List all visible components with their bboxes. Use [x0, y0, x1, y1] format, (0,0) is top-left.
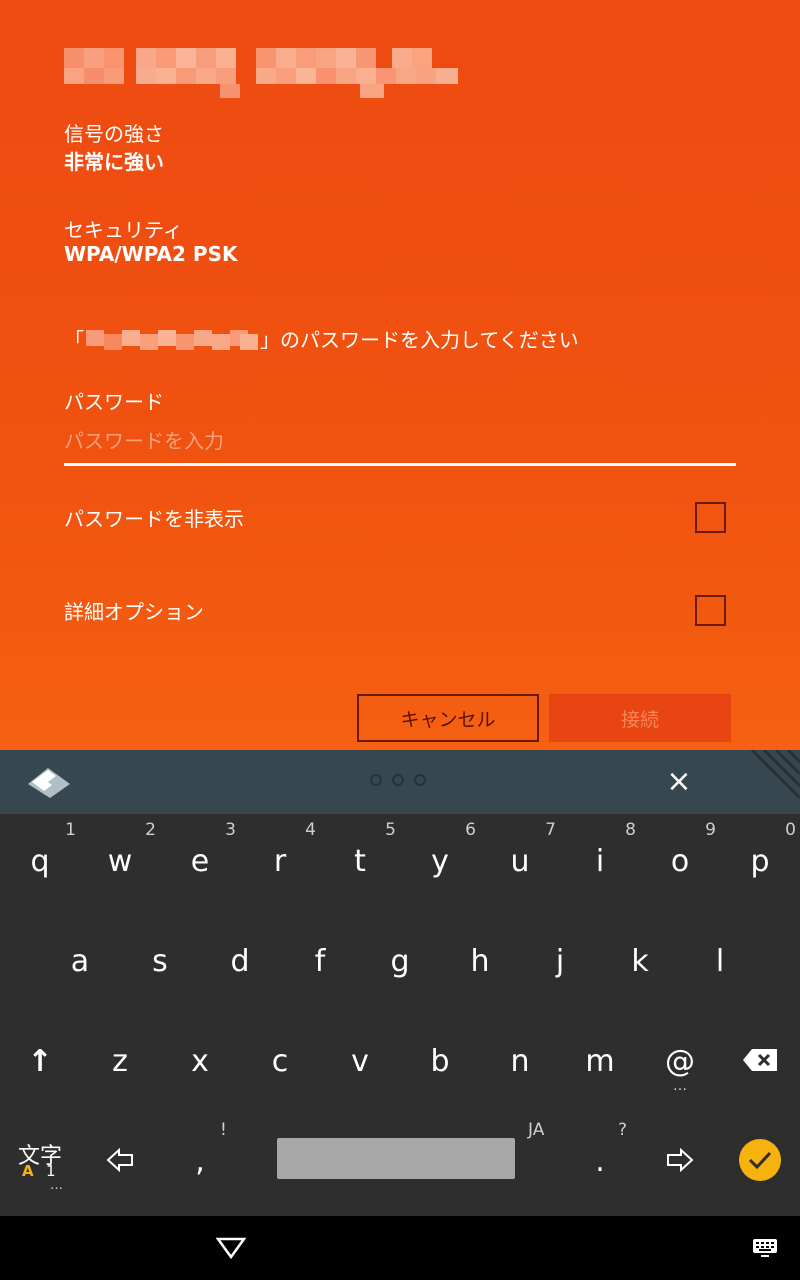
software-keyboard: 1q 2w 3e 4r 5t 6y 7u 8i 9o 0p a s d f g … [0, 814, 800, 1216]
advanced-options-checkbox[interactable] [695, 594, 726, 626]
arrow-left-icon [106, 1148, 133, 1172]
security-label: セキュリティ [64, 218, 183, 242]
mode-sub-a: A [22, 1162, 34, 1180]
key-a[interactable]: a [40, 914, 120, 1014]
password-field-label: パスワード [64, 390, 164, 414]
hide-password-row[interactable]: パスワードを非表示 [64, 492, 736, 542]
back-down-icon[interactable] [216, 1236, 246, 1260]
key-y[interactable]: 6y [400, 814, 480, 914]
key-w[interactable]: 2w [80, 814, 160, 914]
key-u[interactable]: 7u [480, 814, 560, 914]
shift-arrow-icon: ↑ [27, 1044, 53, 1079]
cursor-right-key[interactable] [640, 1114, 720, 1214]
key-n[interactable]: n [480, 1014, 560, 1114]
backspace-icon [743, 1049, 777, 1071]
key-e[interactable]: 3e [160, 814, 240, 914]
key-o[interactable]: 9o [640, 814, 720, 914]
key-p[interactable]: 0p [720, 814, 800, 914]
network-name-obscured [64, 48, 458, 98]
mode-more-indicator: … [50, 1178, 63, 1193]
keyboard-toolbar: × [0, 750, 800, 814]
password-input[interactable] [64, 418, 736, 466]
arrow-right-icon [667, 1148, 694, 1172]
key-g[interactable]: g [360, 914, 440, 1014]
key-h[interactable]: h [440, 914, 520, 1014]
keyboard-switch-icon[interactable] [752, 1238, 778, 1258]
at-more-indicator: … [673, 1078, 687, 1094]
connect-button[interactable]: 接続 [549, 694, 731, 742]
space-bar[interactable] [277, 1138, 515, 1179]
key-at[interactable]: @ … [640, 1014, 720, 1114]
shift-key[interactable]: ↑ [0, 1014, 80, 1114]
cursor-left-key[interactable] [80, 1114, 160, 1214]
advanced-options-label: 詳細オプション [64, 599, 204, 624]
cancel-button[interactable]: キャンセル [357, 694, 539, 742]
advanced-options-row[interactable]: 詳細オプション [64, 585, 736, 635]
password-prompt: 「 」のパスワードを入力してください [64, 324, 579, 353]
key-q[interactable]: 1q [0, 814, 80, 914]
key-v[interactable]: v [320, 1014, 400, 1114]
backspace-key[interactable] [720, 1014, 800, 1114]
prompt-open-bracket: 「 [64, 328, 84, 352]
keyboard-logo-icon[interactable] [24, 764, 72, 800]
security-value: WPA/WPA2 PSK [64, 242, 238, 266]
key-i[interactable]: 8i [560, 814, 640, 914]
key-m[interactable]: m [560, 1014, 640, 1114]
wifi-password-dialog: 信号の強さ 非常に強い セキュリティ WPA/WPA2 PSK 「 」のパスワー… [0, 0, 800, 750]
signal-strength-label: 信号の強さ [64, 122, 164, 146]
period-key[interactable]: ? . [560, 1114, 640, 1214]
key-s[interactable]: s [120, 914, 200, 1014]
lang-hint: JA [528, 1120, 545, 1140]
key-j[interactable]: j [520, 914, 600, 1014]
signal-strength-value: 非常に強い [64, 150, 164, 174]
key-x[interactable]: x [160, 1014, 240, 1114]
key-r[interactable]: 4r [240, 814, 320, 914]
key-l[interactable]: l [680, 914, 760, 1014]
comma-key[interactable]: ! , [160, 1114, 240, 1214]
key-d[interactable]: d [200, 914, 280, 1014]
prompt-text: 」のパスワードを入力してください [260, 328, 579, 352]
hide-password-checkbox[interactable] [695, 501, 726, 533]
key-t[interactable]: 5t [320, 814, 400, 914]
input-mode-key[interactable]: 文字 A 1 … [0, 1114, 80, 1214]
key-f[interactable]: f [280, 914, 360, 1014]
close-keyboard-icon[interactable]: × [664, 764, 694, 800]
key-b[interactable]: b [400, 1014, 480, 1114]
hide-password-label: パスワードを非表示 [64, 506, 244, 531]
toolbar-more-icon[interactable] [370, 774, 426, 786]
system-navigation-bar [0, 1216, 800, 1280]
enter-key[interactable] [720, 1114, 800, 1214]
resize-handle-icon[interactable] [748, 750, 800, 802]
key-k[interactable]: k [600, 914, 680, 1014]
key-z[interactable]: z [80, 1014, 160, 1114]
checkmark-icon [739, 1139, 781, 1181]
key-c[interactable]: c [240, 1014, 320, 1114]
network-name-obscured-inline [86, 329, 258, 350]
